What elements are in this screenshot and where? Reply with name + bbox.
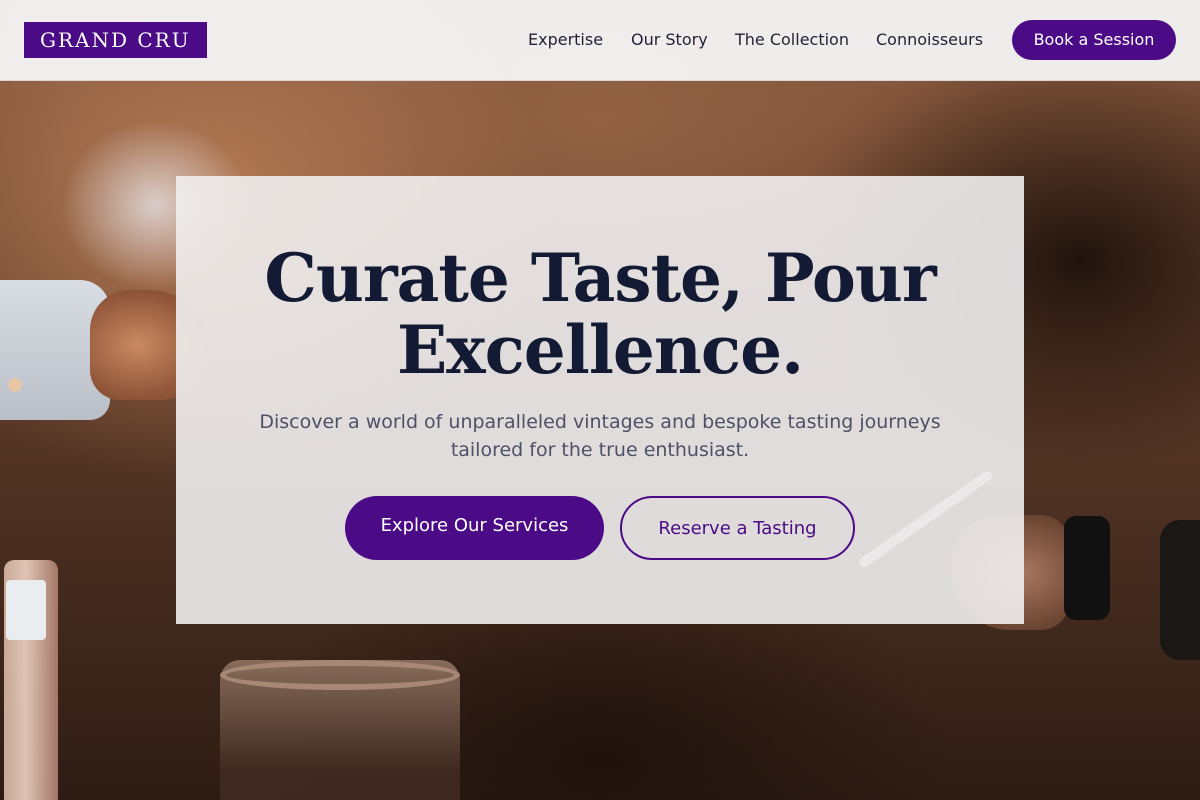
reserve-tasting-button[interactable]: Reserve a Tasting <box>620 496 855 560</box>
book-session-button[interactable]: Book a Session <box>1012 20 1176 60</box>
background-bottle-label <box>6 580 46 640</box>
background-sleeve-right <box>1160 520 1200 660</box>
background-watch <box>1064 516 1110 620</box>
nav-link-our-story[interactable]: Our Story <box>631 30 708 49</box>
brand-logo[interactable]: GRAND CRU <box>24 22 207 58</box>
nav-link-the-collection[interactable]: The Collection <box>735 30 849 49</box>
site-header: GRAND CRU Expertise Our Story The Collec… <box>0 0 1200 81</box>
background-cufflink <box>8 378 22 392</box>
explore-services-button[interactable]: Explore Our Services <box>345 496 604 560</box>
hero-subtitle: Discover a world of unparalleled vintage… <box>259 411 941 461</box>
nav-link-connoisseurs[interactable]: Connoisseurs <box>876 30 983 49</box>
background-bucket-rim <box>220 660 460 690</box>
hero-title: Curate Taste, Pour Excellence. <box>264 239 936 389</box>
hero-card: Curate Taste, Pour Excellence. Discover … <box>176 176 1024 624</box>
nav-link-expertise[interactable]: Expertise <box>528 30 603 49</box>
